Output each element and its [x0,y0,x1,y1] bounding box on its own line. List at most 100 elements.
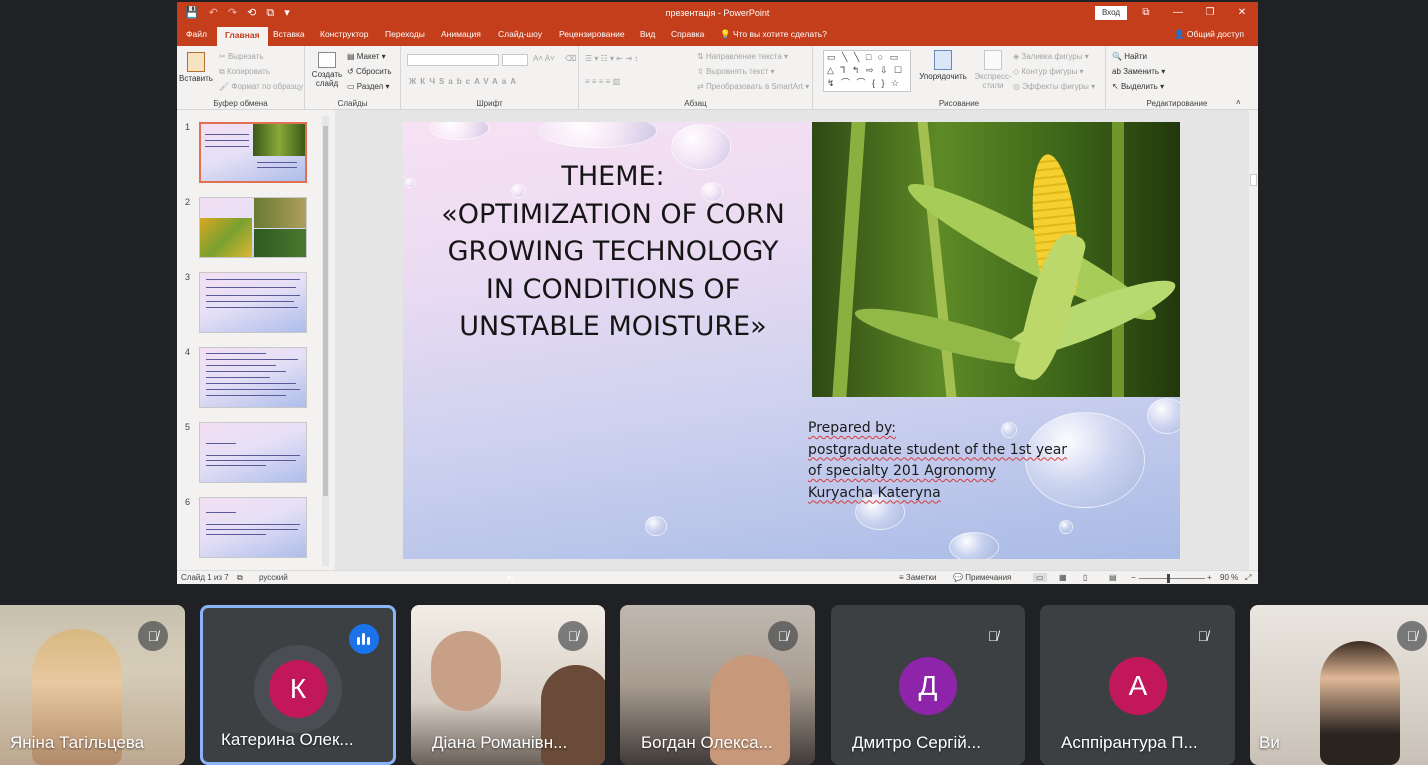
participant-tile[interactable]: 🎙̸ Ви [1250,605,1428,765]
editing-group: 🔍 Найти ab Заменить ▾ ↖ Выделить ▾ Редак… [1106,46,1248,110]
slide-thumbnail-2[interactable] [199,197,307,258]
tell-me-search[interactable]: 💡 Что вы хотите сделать? [720,29,827,40]
arrange-button[interactable]: Упорядочить [917,50,969,81]
underline-button[interactable]: Ч [429,77,439,86]
slide-thumbnail-3[interactable] [199,272,307,333]
format-painter-button[interactable]: 🖌 Формат по образцу [219,82,303,91]
tab-file[interactable]: Файл [186,29,207,39]
new-slide-button[interactable]: Создать слайд [311,52,343,88]
tab-home[interactable]: Главная [217,27,268,46]
shadow-button[interactable]: S [439,77,448,86]
slide-thumbnail-4[interactable] [199,347,307,408]
layout-button[interactable]: ▤ Макет ▾ [347,52,386,61]
share-button[interactable]: 👤 Общий доступ [1174,29,1244,40]
italic-button[interactable]: К [420,77,429,86]
login-button[interactable]: Вход [1095,6,1127,20]
tab-help[interactable]: Справка [671,29,704,39]
thumbnail-text-line [205,134,249,135]
reset-label: Сбросить [355,67,392,76]
replace-button[interactable]: ab Заменить ▾ [1112,67,1165,76]
collapse-ribbon-icon[interactable]: ˄ [1236,98,1241,107]
participant-tile[interactable]: 🎙̸ Яніна Тагільцева [0,605,185,765]
participant-tile[interactable]: К Катерина Олек... [200,605,396,765]
tab-slideshow[interactable]: Слайд-шоу [498,29,542,39]
thumbnail-text-line [206,534,266,535]
restore-icon[interactable]: ❐ [1194,2,1226,24]
paste-button[interactable]: Вставить [179,52,213,83]
cut-button[interactable]: ✂ Вырезать [219,52,264,61]
tab-transitions[interactable]: Переходы [385,29,425,39]
thumbnail-text-line [206,295,300,296]
participant-tile[interactable]: 🎙̸ Богдан Олекса... [620,605,815,765]
font-size-input[interactable] [502,54,528,66]
font-name-input[interactable] [407,54,499,66]
align-text-button[interactable]: ⇳ Выровнять текст ▾ [697,67,775,76]
smartart-button[interactable]: ⇄ Преобразовать в SmartArt ▾ [697,82,809,91]
slideshow-button[interactable]: ▤ [1109,573,1117,582]
ribbon-display-icon[interactable]: ⧉ [1130,2,1162,24]
slide-thumbnail-5[interactable] [199,422,307,483]
tab-design[interactable]: Конструктор [320,29,368,39]
thumbnail-image [254,198,306,228]
minimize-icon[interactable]: — [1162,2,1194,24]
select-button[interactable]: ↖ Выделить ▾ [1112,82,1164,91]
author-info[interactable]: Prepared by: postgraduate student of the… [808,418,1067,504]
clear-format-icon[interactable]: ⌫ [565,54,576,63]
clipboard-group: Вставить ✂ Вырезать ⧉ Копировать 🖌 Форма… [177,46,305,110]
shape-effects-button[interactable]: ◎ Эффекты фигуры ▾ [1013,82,1095,91]
scrollbar-thumb[interactable] [1250,174,1257,186]
slide-sorter-button[interactable]: ▦ [1059,573,1067,582]
slides-group-label: Слайды [337,99,368,108]
zoom-in-button[interactable]: + [1207,573,1212,582]
zoom-slider[interactable] [1139,578,1205,579]
participant-tile[interactable]: А 🎙̸ Асппірантура П... [1040,605,1235,765]
accessibility-icon[interactable]: ⧉ [237,573,243,583]
share-label: Общий доступ [1186,29,1244,39]
font-size-up-button[interactable]: A˄ A˅ [533,54,555,63]
current-slide[interactable]: THEME: «OPTIMIZATION OF CORN GROWING TEC… [403,122,1180,559]
zoom-level[interactable]: 90 % [1220,573,1238,582]
corn-photo[interactable] [812,122,1180,397]
tab-insert[interactable]: Вставка [273,29,305,39]
notes-button[interactable]: ≡ Заметки [899,573,937,582]
tab-review[interactable]: Рецензирование [559,29,625,39]
shape-outline-button[interactable]: ◇ Контур фигуры ▾ [1013,67,1084,76]
thumbnail-text-line [206,460,296,461]
reset-button[interactable]: ↺ Сбросить [347,67,392,76]
avatar: Д [899,657,957,715]
text-direction-button[interactable]: ⇅ Направление текста ▾ [697,52,788,61]
align-buttons[interactable]: ≡ ≡ ≡ ≡ ▥ [585,77,620,86]
zoom-slider-handle[interactable] [1167,574,1170,583]
section-button[interactable]: ▭ Раздел ▾ [347,82,389,91]
find-button[interactable]: 🔍 Найти [1112,52,1147,61]
participant-tile[interactable]: 🎙̸ Діана Романівн... [411,605,605,765]
close-icon[interactable]: ✕ [1226,2,1258,24]
slide-thumbnail-6[interactable] [199,497,307,558]
quick-styles-button[interactable]: Экспресс-стили [973,50,1013,90]
shapes-gallery[interactable]: ▭ ╲ ╲ □ ○ ▭ △ ⅂ ↰ ⇨ ⇩ ☐ ↯ ⌒ ⌒ { } ☆ [823,50,911,92]
participant-tile[interactable]: Д 🎙̸ Дмитро Сергій... [831,605,1025,765]
fit-slide-icon[interactable]: ⤢ [1245,573,1251,583]
reading-view-button[interactable]: ▯ [1083,573,1087,582]
author-info-line: postgraduate student of the 1st year [808,441,1068,458]
tab-animations[interactable]: Анимация [441,29,481,39]
comments-button[interactable]: 💬 Примечания [953,573,1011,582]
font-color-button[interactable]: A [510,77,520,86]
scrollbar-thumb[interactable] [323,126,328,496]
normal-view-button[interactable]: ▭ [1033,573,1047,582]
bold-button[interactable]: Ж [409,77,420,86]
language-indicator[interactable]: русский [259,573,288,582]
strikethrough-button[interactable]: abc [448,77,474,86]
char-spacing-button[interactable]: AV [474,77,492,86]
slide-title[interactable]: THEME: «OPTIMIZATION OF CORN GROWING TEC… [407,158,819,346]
slide-scrollbar[interactable] [1249,110,1258,570]
change-case-button[interactable]: Aa [492,77,510,86]
thumbnail-scrollbar[interactable] [322,116,329,566]
list-buttons[interactable]: ☰ ▾ ☷ ▾ ⇤ ⇥ ↕ [585,54,638,63]
slide-thumbnail-1[interactable] [199,122,307,183]
shape-fill-button[interactable]: ◈ Заливка фигуры ▾ [1013,52,1089,61]
tab-view[interactable]: Вид [640,29,655,39]
zoom-out-button[interactable]: − [1131,573,1136,582]
copy-button[interactable]: ⧉ Копировать [219,67,270,77]
font-format-buttons[interactable]: ЖКЧSabcAVAaA [409,77,520,86]
